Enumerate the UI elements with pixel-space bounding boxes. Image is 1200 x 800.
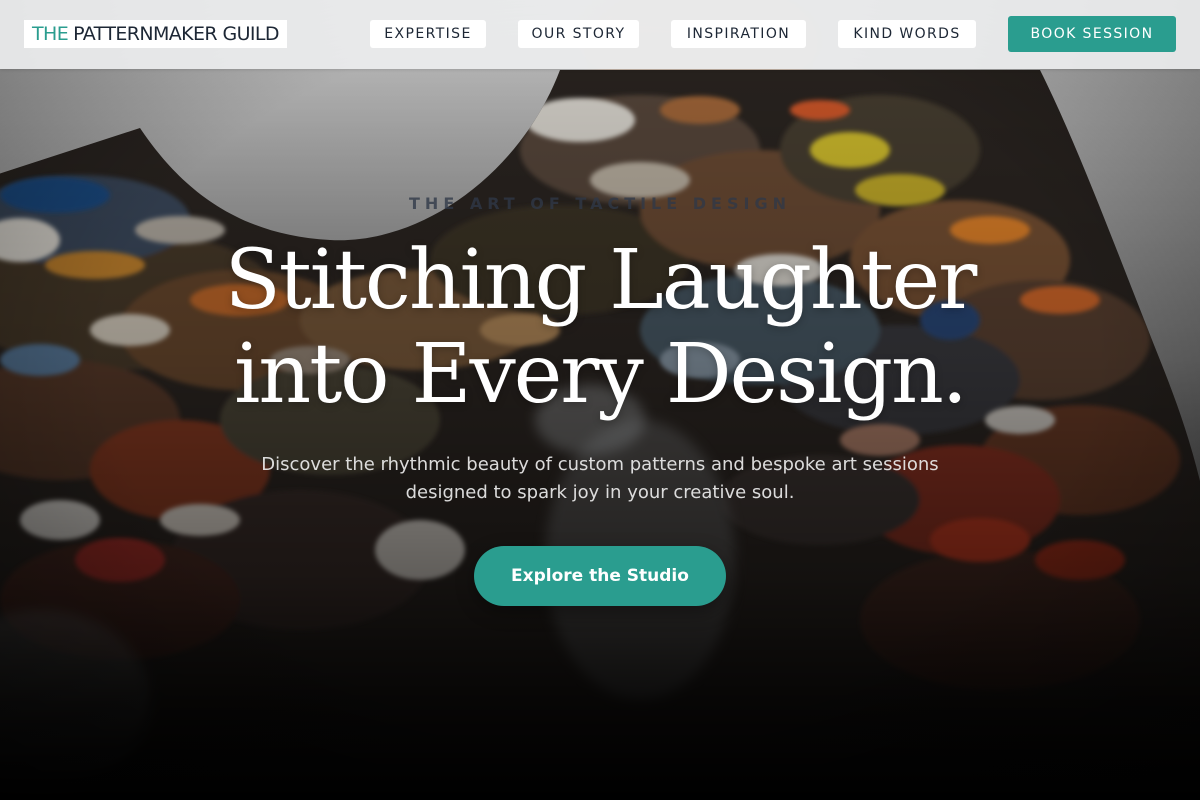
nav-link-kind-words[interactable]: KIND WORDS: [838, 20, 976, 48]
logo-main-text: PATTERNMAKER GUILD: [73, 23, 279, 45]
page: THE PATTERNMAKER GUILD EXPERTISE OUR STO…: [0, 0, 1200, 800]
hero-title-line-2: into Every Design.: [234, 327, 968, 422]
hero-title-line-1: Stitching Laughter: [224, 233, 978, 328]
nav-link-our-story[interactable]: OUR STORY: [518, 20, 639, 48]
site-logo[interactable]: THE PATTERNMAKER GUILD: [24, 20, 287, 48]
hero-subtitle: Discover the rhythmic beauty of custom p…: [261, 454, 939, 503]
hero-eyebrow: THE ART OF TACTILE DESIGN: [409, 194, 791, 213]
explore-studio-button[interactable]: Explore the Studio: [474, 546, 726, 606]
hero-title: Stitching Laughter into Every Design.: [0, 234, 1200, 422]
logo-accent-text: THE: [32, 23, 69, 45]
nav-link-inspiration[interactable]: INSPIRATION: [671, 20, 806, 48]
book-session-button[interactable]: BOOK SESSION: [1008, 16, 1176, 52]
site-header: THE PATTERNMAKER GUILD EXPERTISE OUR STO…: [0, 0, 1200, 69]
nav-link-expertise[interactable]: EXPERTISE: [370, 20, 486, 48]
